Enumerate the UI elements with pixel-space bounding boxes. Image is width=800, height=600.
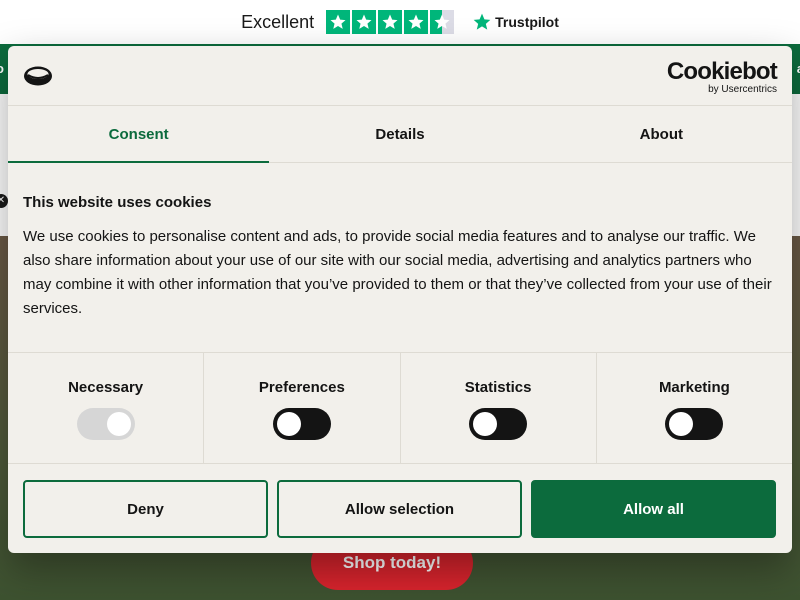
close-icon[interactable]: ✕ — [0, 194, 8, 208]
toggle-knob — [276, 412, 301, 436]
deny-button[interactable]: Deny — [23, 480, 268, 538]
dialog-buttons: Deny Allow selection Allow all — [23, 480, 777, 538]
category-marketing: Marketing — [597, 353, 792, 463]
trustpilot-stars — [326, 10, 455, 34]
preferences-toggle[interactable] — [272, 408, 331, 440]
star-icon — [378, 10, 403, 34]
category-necessary: Necessary — [8, 353, 205, 463]
category-statistics: Statistics — [401, 353, 597, 463]
category-label: Preferences — [258, 379, 345, 396]
trustpilot-rating-text: Excellent — [241, 11, 315, 32]
dialog-tabs: Consent Details About — [8, 106, 792, 163]
dialog-header: Cookiebot by Usercentrics — [8, 46, 792, 106]
tab-about[interactable]: About — [531, 106, 792, 162]
star-icon — [352, 10, 377, 34]
category-label: Necessary — [68, 379, 144, 396]
cookiebot-logo[interactable]: Cookiebot by Usercentrics — [666, 58, 778, 96]
trustpilot-bar: Excellent Trustpilot — [0, 0, 800, 44]
statistics-toggle[interactable] — [469, 408, 528, 440]
star-icon — [326, 10, 351, 34]
necessary-toggle — [76, 408, 135, 440]
star-icon — [404, 10, 429, 34]
marketing-toggle[interactable] — [665, 408, 724, 440]
banner-edge-glyph: o — [0, 61, 4, 76]
cookie-icon — [24, 66, 52, 86]
dialog-description: We use cookies to personalise content an… — [23, 228, 772, 317]
dialog-title: This website uses cookies — [23, 194, 212, 211]
allow-selection-button[interactable]: Allow selection — [277, 480, 522, 538]
trustpilot-brand: Trustpilot — [495, 14, 559, 30]
star-half-icon — [430, 10, 455, 34]
toggle-knob — [473, 412, 498, 436]
toggle-knob — [669, 412, 694, 436]
tab-details[interactable]: Details — [269, 106, 530, 162]
trustpilot-logo: Trustpilot — [472, 12, 559, 32]
cookiebot-brand-name: Cookiebot — [666, 58, 778, 85]
category-label: Marketing — [658, 379, 730, 396]
cookie-consent-dialog: Cookiebot by Usercentrics Consent Detail… — [8, 46, 792, 553]
toggle-knob — [106, 412, 131, 436]
tab-consent[interactable]: Consent — [8, 106, 270, 163]
dialog-body: This website uses cookies We use cookies… — [8, 163, 792, 352]
category-label: Statistics — [464, 379, 532, 396]
trustpilot-star-icon — [473, 13, 491, 30]
allow-all-button[interactable]: Allow all — [531, 480, 776, 538]
cookie-categories: Necessary Preferences Statistics Marketi… — [8, 352, 792, 464]
cookiebot-brand-sub: by Usercentrics — [708, 84, 777, 95]
category-preferences: Preferences — [204, 353, 401, 463]
